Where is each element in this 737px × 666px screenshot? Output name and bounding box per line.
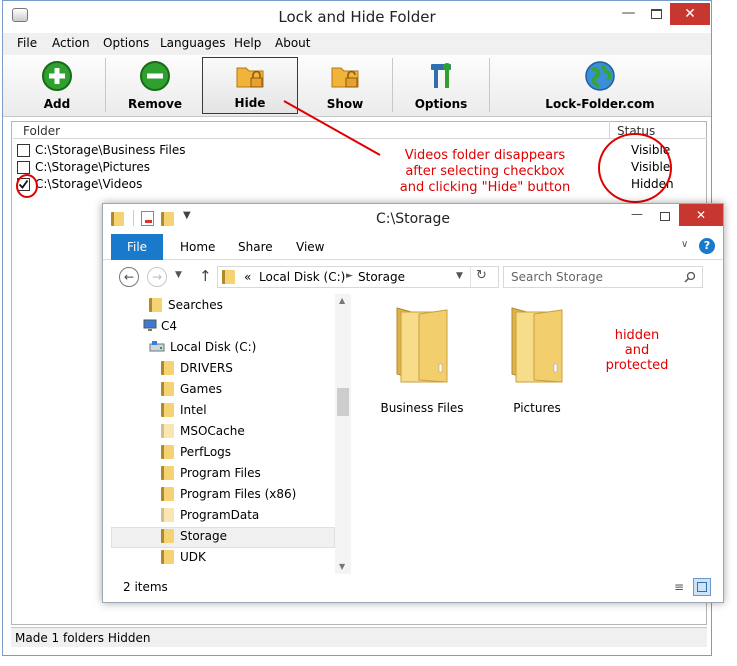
folder-icon	[161, 466, 174, 480]
address-bar[interactable]: « Local Disk (C:) ► Storage ▼ ↻	[217, 266, 499, 288]
folder-icon	[161, 529, 174, 543]
search-icon	[684, 271, 696, 283]
folder-icon	[161, 487, 174, 501]
scroll-up-arrow[interactable]: ▲	[339, 296, 345, 305]
drive-icon	[149, 341, 165, 352]
hidden-note: hidden and protected	[605, 328, 669, 373]
navigation-pane: Searches C4 Local Disk (C:) DRIVERS Game…	[103, 294, 351, 574]
nav-item-games[interactable]: Games	[161, 382, 222, 402]
up-button[interactable]: ↑	[199, 267, 212, 285]
nav-item-drivers[interactable]: DRIVERS	[161, 361, 233, 381]
help-icon[interactable]: ?	[699, 238, 715, 254]
ribbon-expand-icon[interactable]: ∨	[681, 239, 688, 250]
folder-icon	[511, 307, 563, 383]
breadcrumb-overflow[interactable]: «	[244, 270, 251, 284]
folder-icon	[161, 550, 174, 564]
folder-icon	[161, 445, 174, 459]
nav-item-computer[interactable]: C4	[143, 319, 177, 339]
nav-item-program-files[interactable]: Program Files	[161, 466, 261, 486]
breadcrumb-separator: ►	[346, 271, 353, 281]
folder-icon	[161, 508, 174, 522]
nav-item-local-disk[interactable]: Local Disk (C:)	[149, 340, 256, 360]
details-view-icon[interactable]: ≡	[671, 579, 687, 595]
computer-icon	[143, 319, 157, 331]
explorer-minimize-button[interactable]: —	[623, 207, 651, 227]
status-highlight-circle	[598, 133, 672, 203]
folder-icon	[222, 270, 241, 284]
folder-item[interactable]: Business Files	[377, 302, 467, 422]
nav-item-perflogs[interactable]: PerfLogs	[161, 445, 231, 465]
back-button[interactable]: ←	[119, 267, 139, 287]
address-row: ← → ▼ ↑ « Local Disk (C:) ► Storage ▼ ↻ …	[103, 262, 723, 292]
folder-icon	[149, 298, 162, 312]
tab-file[interactable]: File	[111, 234, 163, 260]
item-count: 2 items	[123, 580, 168, 594]
folder-item[interactable]: Pictures	[492, 302, 582, 422]
nav-item-udk[interactable]: UDK	[161, 550, 206, 570]
search-input[interactable]: Search Storage	[511, 270, 603, 284]
forward-button[interactable]: →	[147, 267, 167, 287]
folder-icon	[161, 361, 174, 375]
breadcrumb-storage[interactable]: Storage	[358, 270, 405, 284]
explorer-title-bar: ▼ C:\Storage — ✕	[103, 204, 723, 234]
callout-text: Videos folder disappears after selecting…	[399, 148, 571, 195]
nav-item-program-files-x86[interactable]: Program Files (x86)	[161, 487, 296, 507]
folder-icon	[161, 382, 174, 396]
nav-item-msocache[interactable]: MSOCache	[161, 424, 245, 444]
scroll-down-arrow[interactable]: ▼	[339, 562, 345, 571]
tab-view[interactable]: View	[283, 234, 337, 260]
folder-icon	[161, 403, 174, 417]
nav-item-intel[interactable]: Intel	[161, 403, 207, 423]
nav-item-searches[interactable]: Searches	[149, 298, 223, 318]
refresh-icon[interactable]: ↻	[476, 268, 487, 283]
tab-share[interactable]: Share	[225, 234, 286, 260]
tab-home[interactable]: Home	[167, 234, 228, 260]
address-dropdown[interactable]: ▼	[456, 271, 463, 281]
checkbox-highlight-circle	[16, 174, 38, 198]
breadcrumb-local-disk[interactable]: Local Disk (C:)	[259, 270, 345, 284]
explorer-status-bar: 2 items ≡	[103, 574, 723, 602]
nav-item-storage[interactable]: Storage	[161, 529, 227, 549]
ribbon-tabs: File Home Share View ∨ ?	[103, 234, 723, 260]
nav-scrollbar[interactable]: ▲ ▼	[335, 294, 351, 574]
explorer-window: ▼ C:\Storage — ✕ File Home Share View ∨ …	[102, 203, 724, 603]
folder-icon	[396, 307, 448, 383]
search-box[interactable]: Search Storage	[503, 266, 703, 288]
explorer-maximize-button[interactable]	[651, 207, 679, 227]
folder-icon	[161, 424, 174, 438]
folder-label: Pictures	[513, 401, 561, 415]
nav-item-programdata[interactable]: ProgramData	[161, 508, 259, 528]
explorer-close-button[interactable]: ✕	[679, 204, 723, 226]
large-icons-view-icon[interactable]	[693, 578, 711, 596]
recent-locations-button[interactable]: ▼	[175, 270, 182, 280]
scroll-thumb[interactable]	[337, 388, 349, 416]
folder-label: Business Files	[380, 401, 464, 415]
